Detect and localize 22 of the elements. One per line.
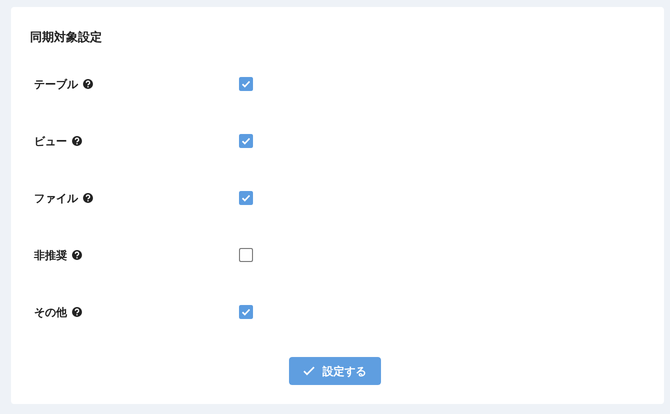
- option-label: 非推奨: [34, 248, 67, 262]
- help-icon[interactable]: [72, 250, 82, 260]
- option-label: その他: [34, 304, 67, 320]
- option-label: テーブル: [34, 76, 78, 92]
- submit-button[interactable]: 設定する: [288, 357, 380, 385]
- check-icon: [241, 307, 251, 317]
- help-icon[interactable]: [72, 136, 82, 146]
- checkbox[interactable]: [239, 248, 253, 262]
- help-icon[interactable]: [72, 307, 82, 317]
- check-icon: [302, 366, 314, 376]
- section-title: 同期対象設定: [30, 29, 103, 45]
- help-icon[interactable]: [83, 79, 93, 89]
- help-icon[interactable]: [83, 193, 93, 203]
- check-icon: [241, 193, 251, 203]
- checkbox[interactable]: [239, 191, 253, 205]
- check-icon: [241, 136, 251, 146]
- checkbox[interactable]: [239, 305, 253, 319]
- option-label: ビュー: [34, 134, 67, 148]
- checkbox[interactable]: [239, 77, 253, 91]
- option-label: ファイル: [34, 190, 78, 206]
- check-icon: [241, 79, 251, 89]
- checkbox[interactable]: [239, 134, 253, 148]
